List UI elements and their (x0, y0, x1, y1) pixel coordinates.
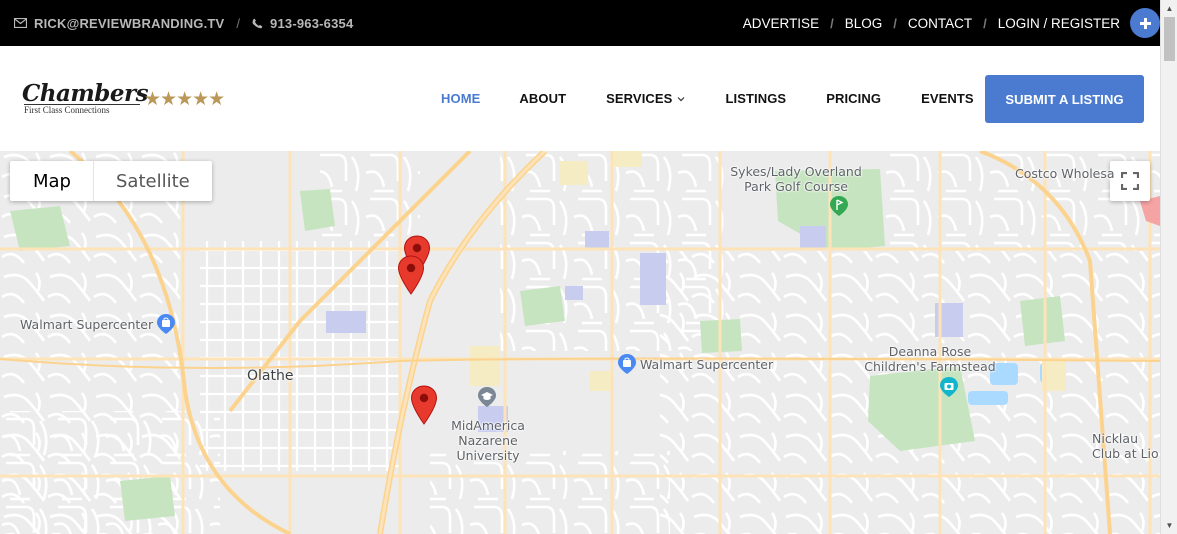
map-type-control: Map Satellite (10, 161, 212, 201)
map-label-deanna-line2: Children's Farmstead (864, 359, 996, 374)
site-logo[interactable]: Chambers First Class Connections ★★★★★ (22, 80, 237, 118)
map-label-nicklaus-line1: Nicklau (1092, 431, 1138, 446)
envelope-icon (14, 18, 27, 28)
map-label-nicklaus: Nicklau Club at Lio (1092, 431, 1159, 461)
contact-info: RICK@REVIEWBRANDING.TV / 913-963-6354 (14, 0, 353, 46)
map-label-mnu-line3: University (456, 448, 520, 463)
map-view[interactable]: Map Satellite Walmart Supercenter Olathe… (0, 151, 1160, 534)
top-bar: RICK@REVIEWBRANDING.TV / 913-963-6354 AD… (0, 0, 1160, 46)
map-label-mnu-line2: Nazarene (458, 433, 518, 448)
nav-listings[interactable]: LISTINGS (725, 91, 786, 106)
map-label-costco: Costco Wholesa (1015, 166, 1115, 181)
email-text: RICK@REVIEWBRANDING.TV (34, 15, 225, 31)
golf-icon[interactable] (829, 196, 849, 216)
farm-icon[interactable] (939, 377, 959, 397)
contact-link[interactable]: CONTACT (908, 16, 972, 31)
map-label-golf-line1: Sykes/Lady Overland (730, 164, 862, 179)
map-label-mnu: MidAmerica Nazarene University (445, 418, 531, 463)
login-register-link[interactable]: LOGIN / REGISTER (998, 16, 1120, 31)
nav-services-label: SERVICES (606, 91, 673, 106)
map-label-deanna-rose: Deanna Rose Children's Farmstead (864, 344, 995, 374)
shopping-bag-icon[interactable] (617, 354, 637, 374)
nav-services[interactable]: SERVICES (606, 91, 685, 106)
phone-link[interactable]: 913-963-6354 (252, 16, 353, 31)
scrollbar-thumb[interactable] (1164, 17, 1175, 61)
nav-home[interactable]: HOME (441, 91, 480, 106)
add-button[interactable] (1130, 8, 1160, 38)
nav-events[interactable]: EVENTS (921, 91, 974, 106)
email-link[interactable]: RICK@REVIEWBRANDING.TV (14, 16, 224, 31)
map-label-golf-line2: Park Golf Course (744, 179, 848, 194)
logo-tagline: First Class Connections (24, 104, 140, 115)
blog-link[interactable]: BLOG (845, 16, 883, 31)
fullscreen-icon (1121, 172, 1139, 190)
plus-icon (1139, 17, 1151, 29)
map-label-deanna-line1: Deanna Rose (888, 344, 972, 359)
nav-about[interactable]: ABOUT (519, 91, 566, 106)
map-label-olathe: Olathe (247, 368, 294, 384)
links-divider: / (830, 15, 834, 31)
main-nav: HOME ABOUT SERVICES LISTINGS PRICING EVE… (420, 46, 974, 151)
school-icon[interactable] (477, 387, 497, 407)
map-tiles[interactable] (0, 151, 1160, 534)
top-links: ADVERTISE / BLOG / CONTACT / LOGIN / REG… (743, 0, 1160, 46)
nav-pricing[interactable]: PRICING (826, 91, 881, 106)
map-label-golf-course: Sykes/Lady Overland Park Golf Course (729, 164, 863, 194)
fullscreen-button[interactable] (1110, 161, 1150, 201)
map-marker-icon[interactable] (397, 255, 425, 295)
chevron-down-icon (678, 96, 685, 101)
map-marker-icon[interactable] (410, 385, 438, 425)
shopping-bag-icon[interactable] (156, 314, 176, 334)
site-header: Chambers First Class Connections ★★★★★ H… (0, 46, 1160, 151)
submit-listing-button[interactable]: SUBMIT A LISTING (985, 75, 1144, 123)
map-label-walmart-west: Walmart Supercenter (20, 317, 154, 332)
links-divider: / (893, 15, 897, 31)
contact-divider: / (236, 15, 241, 31)
phone-text: 913-963-6354 (270, 15, 354, 31)
map-type-satellite[interactable]: Satellite (93, 161, 212, 201)
links-divider: / (983, 15, 987, 31)
map-label-mnu-line1: MidAmerica (451, 418, 525, 433)
logo-wordmark: Chambers (22, 80, 149, 107)
advertise-link[interactable]: ADVERTISE (743, 16, 819, 31)
map-label-nicklaus-line2: Club at Lio (1092, 446, 1159, 461)
map-type-map[interactable]: Map (10, 161, 93, 201)
page-scrollbar[interactable]: ▲ ▼ (1160, 0, 1177, 534)
logo-stars: ★★★★★ (144, 89, 225, 110)
scroll-up-arrow-icon[interactable]: ▲ (1161, 0, 1177, 17)
map-label-walmart-center: Walmart Supercenter (640, 357, 774, 372)
phone-icon (252, 18, 263, 28)
scroll-down-arrow-icon[interactable]: ▼ (1161, 517, 1177, 534)
